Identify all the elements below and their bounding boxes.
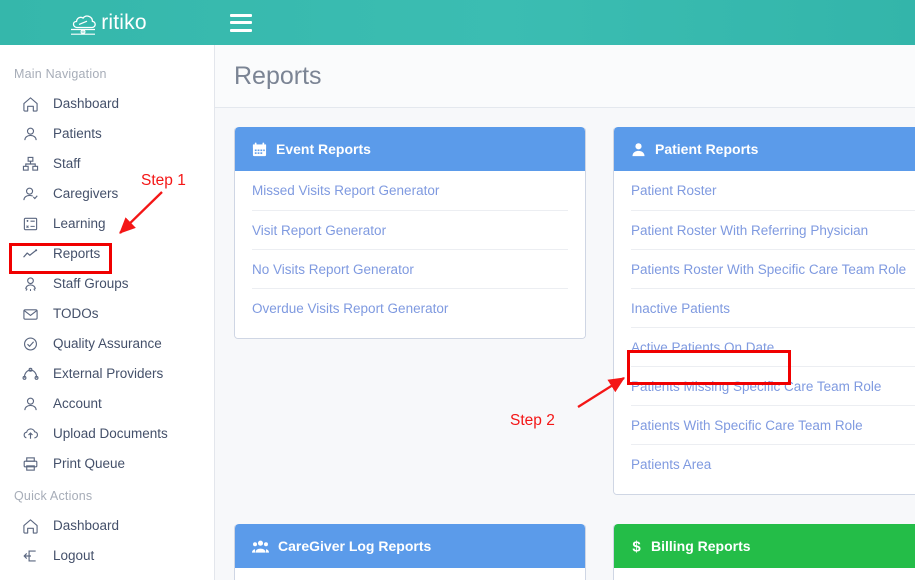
report-link-active-patients-on-date[interactable]: Active Patients On Date — [631, 327, 915, 366]
calendar-icon — [252, 142, 267, 157]
cloud-logo-icon — [68, 9, 98, 37]
sidebar-item-label: TODOs — [53, 307, 99, 321]
page-title: Reports — [234, 62, 322, 91]
card-patient-reports: Patient Reports Patient Roster Patient R… — [613, 127, 915, 495]
report-link-patients-missing-specific-care-team-role[interactable]: Patients Missing Specific Care Team Role — [631, 366, 915, 405]
brand-logo[interactable]: ritiko — [0, 0, 215, 45]
sidebar-item-label: Patients — [53, 127, 102, 141]
cloud-upload-icon — [20, 425, 40, 443]
app-root: ritiko Main Navigation Dashboard Patient… — [0, 0, 915, 580]
report-link-patient-roster[interactable]: Patient Roster — [631, 171, 915, 210]
check-circle-icon — [20, 335, 40, 353]
sidebar-item-label: Quality Assurance — [53, 337, 162, 351]
sidebar-item-label: Staff — [53, 157, 81, 171]
sidebar-item-dashboard[interactable]: Dashboard — [0, 89, 214, 119]
sidebar-item-upload-documents[interactable]: Upload Documents — [0, 419, 214, 449]
user-check-icon — [20, 185, 40, 203]
sidebar-item-todos[interactable]: TODOs — [0, 299, 214, 329]
users-icon — [252, 539, 269, 554]
user-icon — [631, 142, 646, 157]
home-icon — [20, 517, 40, 535]
card-caregiver-log-reports: CareGiver Log Reports — [234, 524, 586, 580]
card-event-reports: Event Reports Missed Visits Report Gener… — [234, 127, 586, 339]
sidebar-item-label: Learning — [53, 217, 106, 231]
network-icon — [20, 365, 40, 383]
card-title: Billing Reports — [651, 538, 751, 554]
sidebar-item-quality-assurance[interactable]: Quality Assurance — [0, 329, 214, 359]
sidebar-item-label: Caregivers — [53, 187, 118, 201]
sidebar-item-label: Upload Documents — [53, 427, 168, 441]
page-header: Reports — [215, 45, 915, 108]
card-billing-reports: $ Billing Reports — [613, 524, 915, 580]
report-link-inactive-patients[interactable]: Inactive Patients — [631, 288, 915, 327]
home-icon — [20, 95, 40, 113]
card-title: Event Reports — [276, 141, 371, 157]
sidebar-item-reports[interactable]: Reports — [0, 239, 214, 269]
report-link-patients-with-specific-care-team-role[interactable]: Patients With Specific Care Team Role — [631, 405, 915, 444]
sidebar-item-label: Logout — [53, 549, 94, 563]
sidebar-item-label: Reports — [53, 247, 100, 261]
card-body-event-reports: Missed Visits Report Generator Visit Rep… — [235, 171, 585, 338]
user-icon — [20, 395, 40, 413]
sidebar-item-external-providers[interactable]: External Providers — [0, 359, 214, 389]
sidebar-item-account[interactable]: Account — [0, 389, 214, 419]
card-title: CareGiver Log Reports — [278, 538, 431, 554]
card-body-patient-reports: Patient Roster Patient Roster With Refer… — [614, 171, 915, 494]
sidebar: Main Navigation Dashboard Patients Staff… — [0, 45, 215, 580]
sitemap-icon — [20, 155, 40, 173]
sidebar-item-label: Dashboard — [53, 519, 119, 533]
sidebar-section-quick-actions: Quick Actions — [0, 479, 214, 511]
user-group-icon — [20, 275, 40, 293]
hamburger-icon[interactable] — [230, 14, 252, 32]
report-cards-grid: Event Reports Missed Visits Report Gener… — [215, 108, 915, 127]
sidebar-item-quick-dashboard[interactable]: Dashboard — [0, 511, 214, 541]
sidebar-item-label: Print Queue — [53, 457, 125, 471]
card-header-patient-reports: Patient Reports — [614, 127, 915, 171]
sidebar-item-label: Staff Groups — [53, 277, 129, 291]
card-header-event-reports: Event Reports — [235, 127, 585, 171]
patient-icon — [20, 125, 40, 143]
report-link-missed-visits-report-generator[interactable]: Missed Visits Report Generator — [252, 171, 568, 210]
sidebar-item-label: External Providers — [53, 367, 163, 381]
sidebar-item-staff-groups[interactable]: Staff Groups — [0, 269, 214, 299]
report-link-patients-roster-with-specific-care-team-role[interactable]: Patients Roster With Specific Care Team … — [631, 249, 915, 288]
inbox-icon — [20, 305, 40, 323]
report-link-patient-roster-with-referring-physician[interactable]: Patient Roster With Referring Physician — [631, 210, 915, 249]
sidebar-item-print-queue[interactable]: Print Queue — [0, 449, 214, 479]
sidebar-item-label: Account — [53, 397, 102, 411]
report-link-visit-report-generator[interactable]: Visit Report Generator — [252, 210, 568, 249]
report-link-patients-area[interactable]: Patients Area — [631, 444, 915, 483]
card-title: Patient Reports — [655, 141, 758, 157]
brand-name: ritiko — [101, 11, 147, 35]
sidebar-item-logout[interactable]: Logout — [0, 541, 214, 571]
dollar-icon: $ — [631, 538, 642, 554]
top-header-bar: ritiko — [0, 0, 915, 45]
checklist-icon — [20, 215, 40, 233]
sidebar-section-main-navigation: Main Navigation — [0, 57, 214, 89]
sidebar-item-label: Dashboard — [53, 97, 119, 111]
chart-line-icon — [20, 245, 40, 263]
annotation-label-step2: Step 2 — [510, 412, 555, 430]
logout-icon — [20, 547, 40, 565]
main-content: Reports Event Reports Missed Visits Repo… — [215, 45, 915, 580]
card-header-caregiver-log-reports: CareGiver Log Reports — [235, 524, 585, 568]
report-link-no-visits-report-generator[interactable]: No Visits Report Generator — [252, 249, 568, 288]
sidebar-item-learning[interactable]: Learning — [0, 209, 214, 239]
svg-text:$: $ — [632, 539, 641, 555]
sidebar-item-patients[interactable]: Patients — [0, 119, 214, 149]
report-link-overdue-visits-report-generator[interactable]: Overdue Visits Report Generator — [252, 288, 568, 327]
annotation-label-step1: Step 1 — [141, 172, 186, 190]
printer-icon — [20, 455, 40, 473]
card-header-billing-reports: $ Billing Reports — [614, 524, 915, 568]
